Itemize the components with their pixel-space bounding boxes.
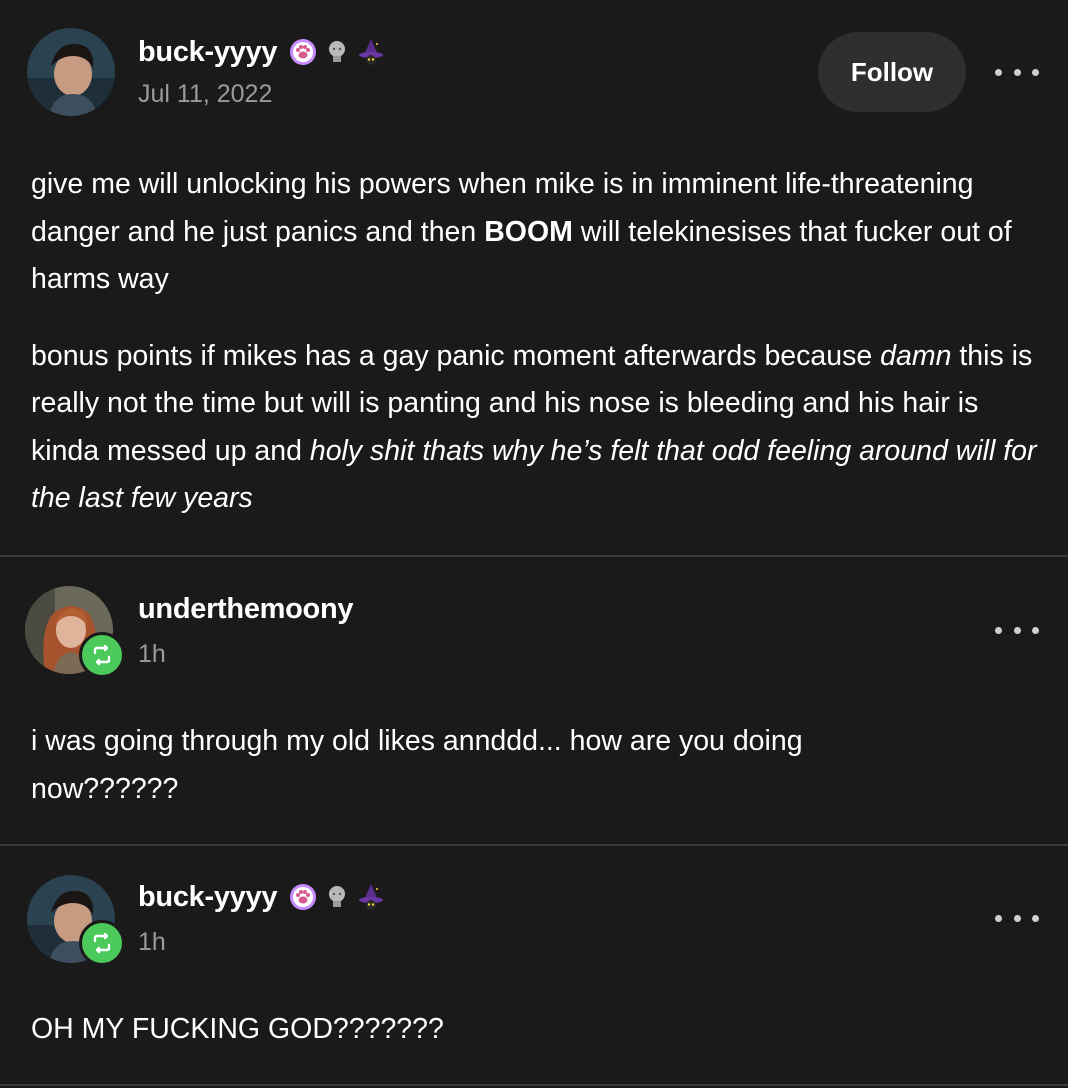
post-timestamp[interactable]: 1h — [138, 640, 166, 669]
username[interactable]: underthemoony — [138, 593, 354, 626]
post-body: give me will unlocking his powers when m… — [31, 161, 1041, 523]
post-header: buck-yyyy — [138, 30, 385, 74]
statue-badge-icon[interactable] — [323, 38, 351, 66]
post-timestamp[interactable]: 1h — [138, 928, 166, 957]
follow-button[interactable]: Follow — [818, 32, 966, 112]
more-options-icon[interactable] — [995, 62, 1039, 82]
username[interactable]: buck-yyyy — [138, 881, 277, 914]
avatar-photo — [27, 28, 115, 116]
reblog-post: buck-yyyy 1h OH MY FUCKING GOD??????? — [0, 846, 1068, 1088]
more-options-icon[interactable] — [995, 620, 1039, 640]
paw-badge-icon[interactable] — [289, 38, 317, 66]
reblog-icon — [79, 632, 125, 678]
statue-badge-icon[interactable] — [323, 883, 351, 911]
divider — [0, 1084, 1068, 1086]
witch-hat-badge-icon[interactable] — [357, 38, 385, 66]
original-post: buck-yyyy Jul 11, 2022 Follow give me wi… — [0, 0, 1068, 556]
post-paragraph: i was going through my old likes annddd.… — [31, 725, 803, 805]
post-timestamp[interactable]: Jul 11, 2022 — [138, 80, 272, 109]
post-body: OH MY FUCKING GOD??????? — [31, 1006, 1041, 1054]
italic-text: damn — [880, 339, 952, 372]
post-header: underthemoony — [138, 587, 359, 631]
bold-text: BOOM — [484, 215, 573, 248]
post-paragraph: OH MY FUCKING GOD??????? — [31, 1013, 444, 1045]
post-header: buck-yyyy — [138, 875, 385, 919]
post-paragraph: bonus points if mikes has a gay panic mo… — [31, 339, 1037, 515]
post-paragraph: give me will unlocking his powers when m… — [31, 168, 1012, 295]
witch-hat-badge-icon[interactable] — [357, 883, 385, 911]
reblog-icon — [79, 920, 125, 966]
paw-badge-icon[interactable] — [289, 883, 317, 911]
reblog-post: underthemoony 1h i was going through my … — [0, 557, 1068, 844]
avatar[interactable] — [27, 28, 115, 116]
username[interactable]: buck-yyyy — [138, 36, 277, 69]
more-options-icon[interactable] — [995, 908, 1039, 928]
post-body: i was going through my old likes annddd.… — [31, 718, 931, 813]
